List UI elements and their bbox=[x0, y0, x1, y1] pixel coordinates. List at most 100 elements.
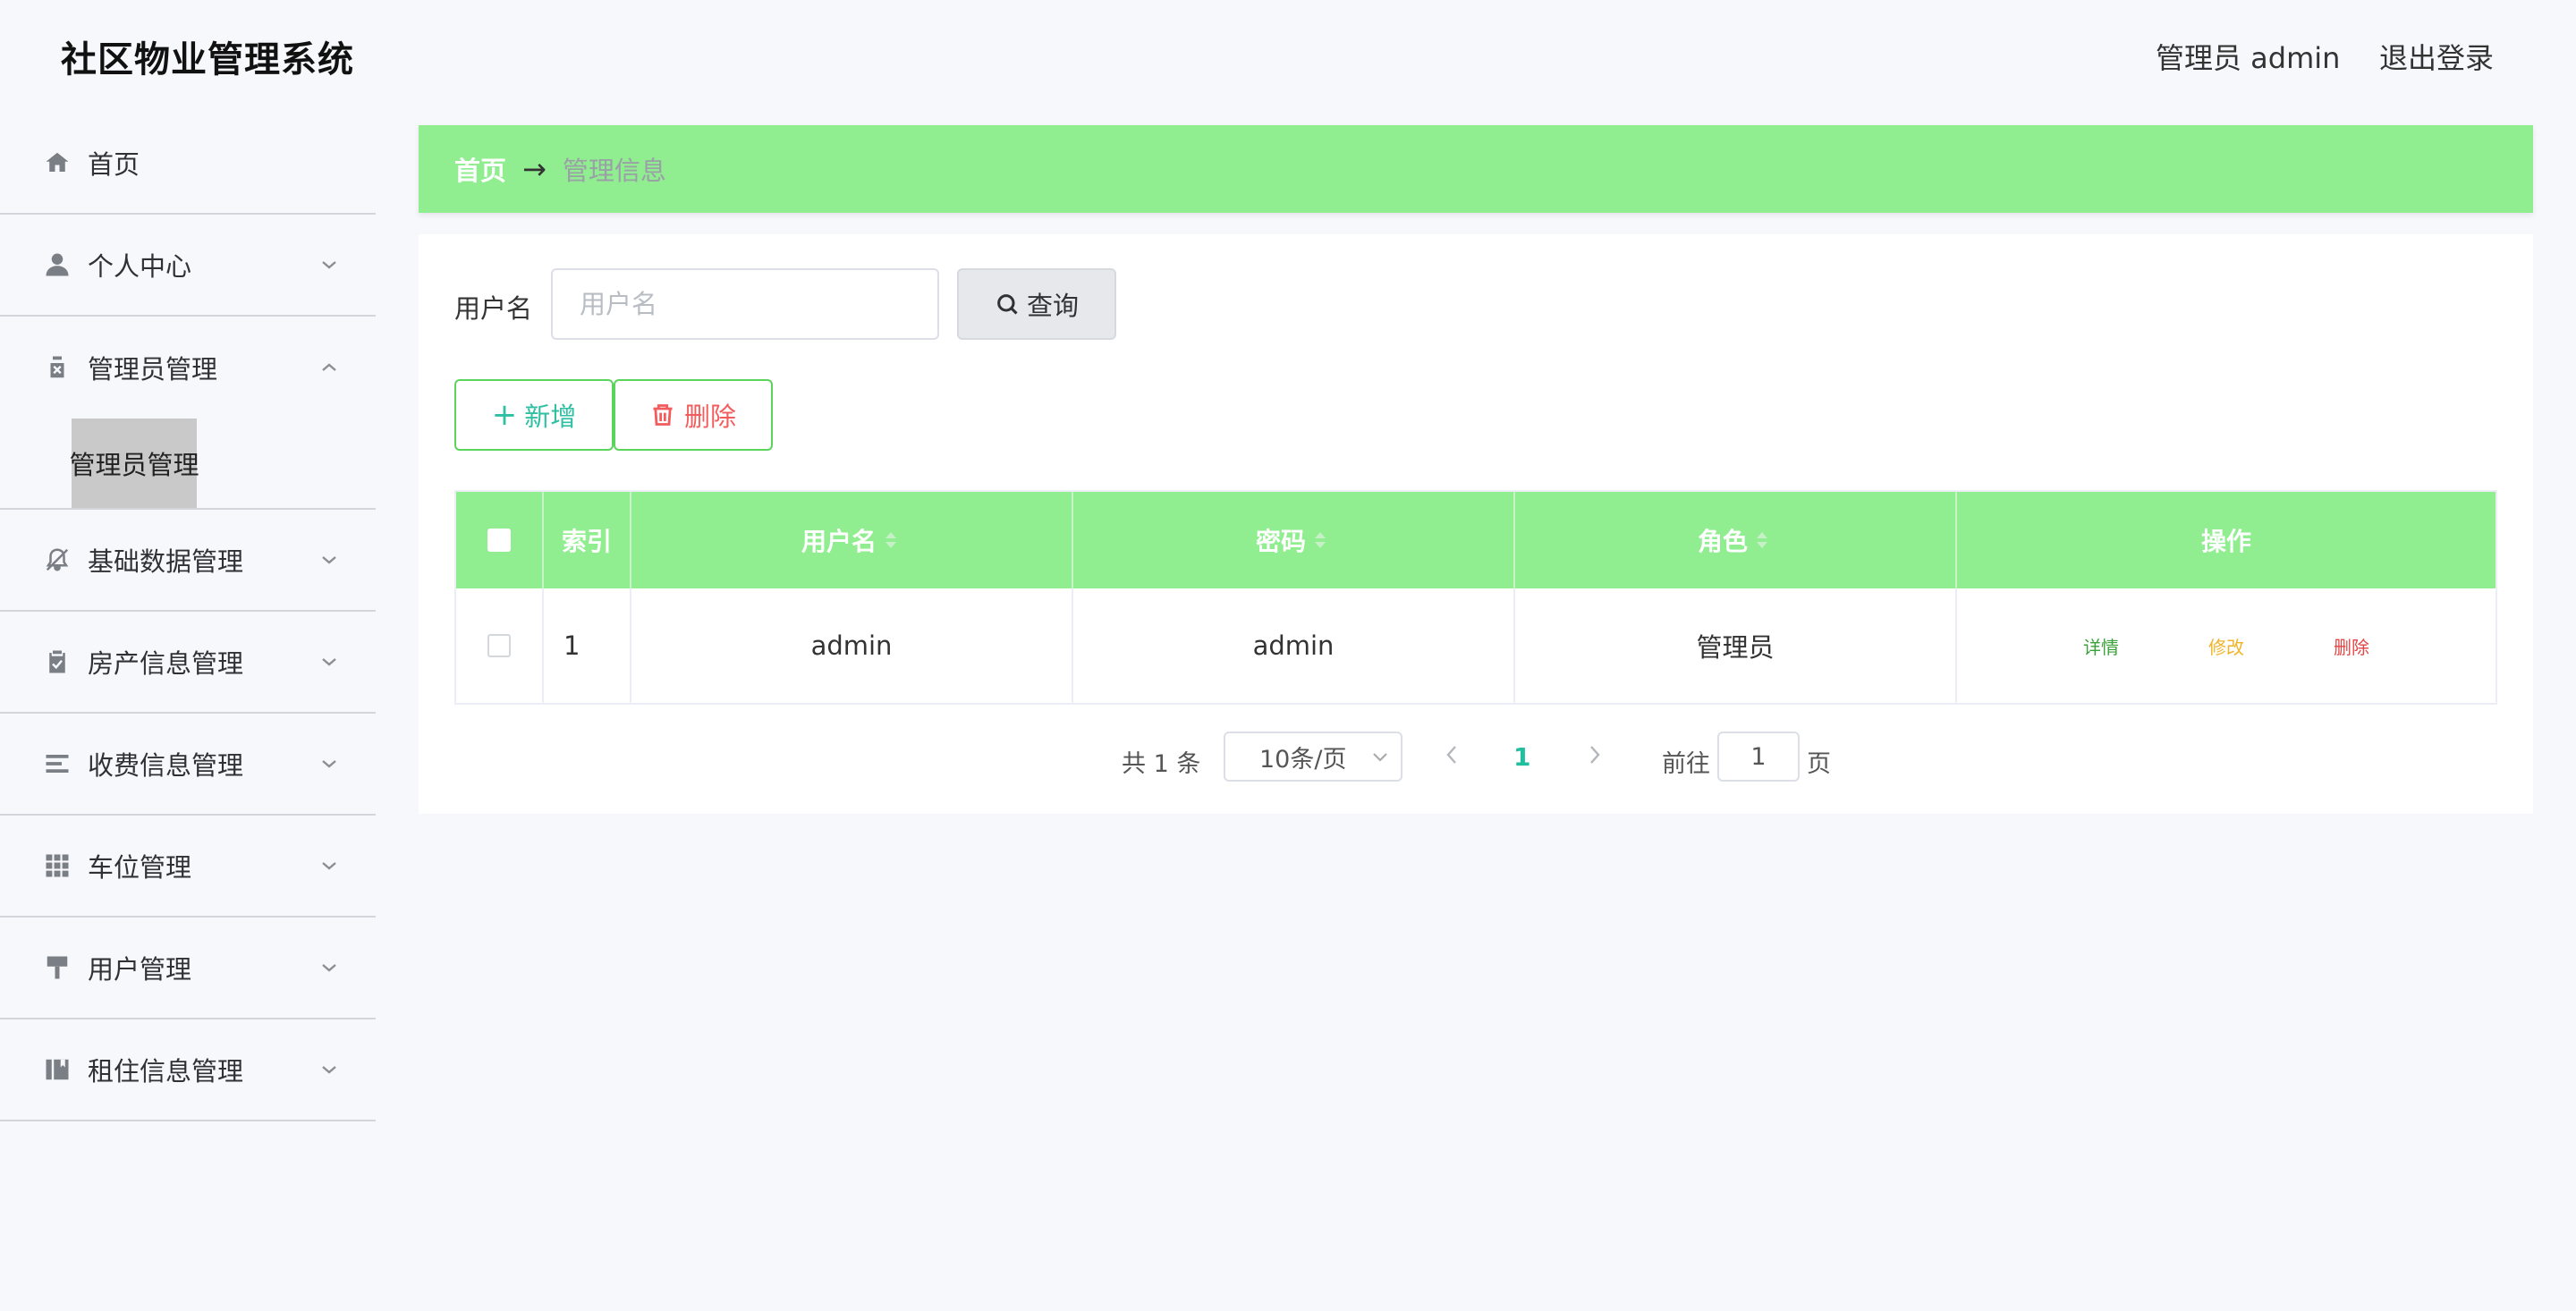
sidebar-item-label: 基础数据管理 bbox=[88, 546, 244, 577]
pagination-total: 共 1 条 bbox=[1122, 750, 1201, 778]
bell-off-icon bbox=[43, 546, 72, 574]
sidebar-item-label: 租住信息管理 bbox=[88, 1056, 244, 1087]
sidebar-item-label: 收费信息管理 bbox=[88, 750, 244, 781]
chevron-down-icon bbox=[318, 651, 340, 672]
page-suffix: 页 bbox=[1807, 750, 1831, 778]
table-header: 索引 用户名 密码 角色 操作 bbox=[456, 492, 2496, 588]
row-username-cell: admin bbox=[631, 588, 1073, 703]
plus-icon: + bbox=[491, 397, 518, 433]
header-actions-label: 操作 bbox=[2200, 527, 2251, 556]
row-actions-cell: 详情 修改 删除 bbox=[1957, 588, 2496, 703]
row-delete-link[interactable]: 删除 bbox=[2334, 633, 2369, 659]
sort-icon[interactable] bbox=[1315, 529, 1331, 552]
breadcrumb: 首页 → 管理信息 bbox=[419, 125, 2533, 213]
username-search-input[interactable] bbox=[551, 268, 939, 340]
sidebar: 首页 个人中心 管理员管理 管理员管理 基础数据管理 房产信息管理 收费信息管理… bbox=[0, 113, 376, 1311]
sidebar-item-fee-info[interactable]: 收费信息管理 bbox=[0, 714, 376, 816]
detail-link[interactable]: 详情 bbox=[2083, 633, 2119, 659]
sidebar-item-label: 用户管理 bbox=[88, 954, 192, 985]
current-page[interactable]: 1 bbox=[1513, 742, 1530, 772]
row-select-cell bbox=[456, 588, 544, 703]
breadcrumb-home[interactable]: 首页 bbox=[454, 150, 506, 188]
goto-label: 前往 bbox=[1662, 750, 1710, 778]
chevron-down-icon bbox=[318, 1059, 340, 1080]
chevron-down-icon bbox=[318, 855, 340, 876]
row-password: admin bbox=[1252, 630, 1335, 661]
row-role: 管理员 bbox=[1696, 632, 1775, 663]
row-checkbox[interactable] bbox=[487, 634, 511, 657]
app-title: 社区物业管理系统 bbox=[61, 39, 354, 80]
sort-icon[interactable] bbox=[1757, 529, 1773, 552]
header-role[interactable]: 角色 bbox=[1515, 492, 1957, 588]
header-index-label: 索引 bbox=[561, 527, 612, 556]
breadcrumb-current: 管理信息 bbox=[562, 156, 666, 186]
sort-icon[interactable] bbox=[886, 529, 902, 552]
sidebar-item-label: 首页 bbox=[88, 149, 140, 180]
edit-link[interactable]: 修改 bbox=[2208, 633, 2244, 659]
main-panel: 用户名 查询 + 新增 删除 索引 用户名 密码 bbox=[419, 234, 2533, 814]
sidebar-item-profile[interactable]: 个人中心 bbox=[0, 215, 376, 317]
page-size-value: 10条/页 bbox=[1259, 745, 1347, 774]
grid-icon bbox=[43, 851, 72, 880]
sidebar-item-base-data[interactable]: 基础数据管理 bbox=[0, 510, 376, 612]
pagination: 共 1 条 10条/页 1 前往 页 bbox=[419, 730, 2533, 783]
chevron-down-icon bbox=[318, 254, 340, 275]
submenu: 管理员管理 bbox=[0, 419, 376, 508]
header-username-label: 用户名 bbox=[801, 527, 877, 556]
top-header: 社区物业管理系统 管理员 admin 退出登录 bbox=[0, 0, 2576, 113]
select-all-checkbox[interactable] bbox=[487, 529, 511, 552]
chevron-left-icon bbox=[1446, 746, 1456, 764]
trash-icon bbox=[653, 404, 673, 426]
search-button[interactable]: 查询 bbox=[957, 268, 1116, 340]
chevron-down-icon bbox=[318, 549, 340, 571]
header-password-label: 密码 bbox=[1255, 527, 1306, 556]
brush-icon bbox=[43, 953, 72, 982]
sidebar-item-label: 管理员管理 bbox=[88, 354, 218, 385]
logout-link[interactable]: 退出登录 bbox=[2379, 36, 2494, 77]
page-size-select[interactable]: 10条/页 bbox=[1224, 732, 1402, 782]
sidebar-item-property-info[interactable]: 房产信息管理 bbox=[0, 612, 376, 714]
sidebar-group-admin: 管理员管理 管理员管理 bbox=[0, 317, 376, 510]
sidebar-item-rental-info[interactable]: 租住信息管理 bbox=[0, 1019, 376, 1121]
sidebar-item-users[interactable]: 用户管理 bbox=[0, 918, 376, 1019]
sidebar-item-label: 车位管理 bbox=[88, 852, 192, 883]
header-password[interactable]: 密码 bbox=[1073, 492, 1515, 588]
clipboard-check-icon bbox=[43, 647, 72, 676]
search-label: 用户名 bbox=[454, 293, 533, 324]
current-user-label: 管理员 admin bbox=[2156, 41, 2341, 75]
chevron-down-icon bbox=[318, 753, 340, 774]
batch-delete-button[interactable]: 删除 bbox=[614, 379, 773, 451]
row-index: 1 bbox=[564, 630, 580, 661]
header-index: 索引 bbox=[544, 492, 631, 588]
book-icon bbox=[43, 1055, 72, 1084]
header-role-label: 角色 bbox=[1697, 527, 1748, 556]
chevron-down-icon bbox=[318, 957, 340, 978]
add-button-label: 新增 bbox=[524, 402, 577, 432]
chevron-up-icon bbox=[318, 357, 340, 378]
row-index-cell: 1 bbox=[544, 588, 631, 703]
home-icon bbox=[43, 148, 72, 177]
sidebar-item-admin-management[interactable]: 管理员管理 bbox=[0, 317, 376, 419]
list-icon bbox=[43, 749, 72, 778]
header-username[interactable]: 用户名 bbox=[631, 492, 1073, 588]
breadcrumb-separator: → bbox=[522, 152, 547, 186]
add-button[interactable]: + 新增 bbox=[454, 379, 614, 451]
goto-page-input[interactable] bbox=[1717, 732, 1800, 782]
sidebar-item-parking[interactable]: 车位管理 bbox=[0, 816, 376, 918]
search-icon bbox=[997, 294, 1018, 315]
table-row: 1 admin admin 管理员 详情 修改 删除 bbox=[456, 588, 2496, 703]
prev-page-button[interactable] bbox=[1442, 742, 1467, 771]
row-role-cell: 管理员 bbox=[1515, 588, 1957, 703]
row-username: admin bbox=[810, 630, 893, 661]
header-actions: 操作 bbox=[1957, 492, 2496, 588]
submenu-item-admin-management[interactable]: 管理员管理 bbox=[70, 419, 199, 508]
sidebar-item-home[interactable]: 首页 bbox=[0, 113, 376, 215]
header-select-cell bbox=[456, 492, 544, 588]
sidebar-item-label: 房产信息管理 bbox=[88, 648, 244, 679]
next-page-button[interactable] bbox=[1585, 742, 1610, 771]
chevron-right-icon bbox=[1590, 746, 1600, 764]
search-button-label: 查询 bbox=[1026, 291, 1079, 321]
clipboard-x-icon bbox=[43, 353, 72, 382]
chevron-down-icon bbox=[1373, 753, 1387, 762]
delete-button-label: 删除 bbox=[683, 402, 736, 432]
